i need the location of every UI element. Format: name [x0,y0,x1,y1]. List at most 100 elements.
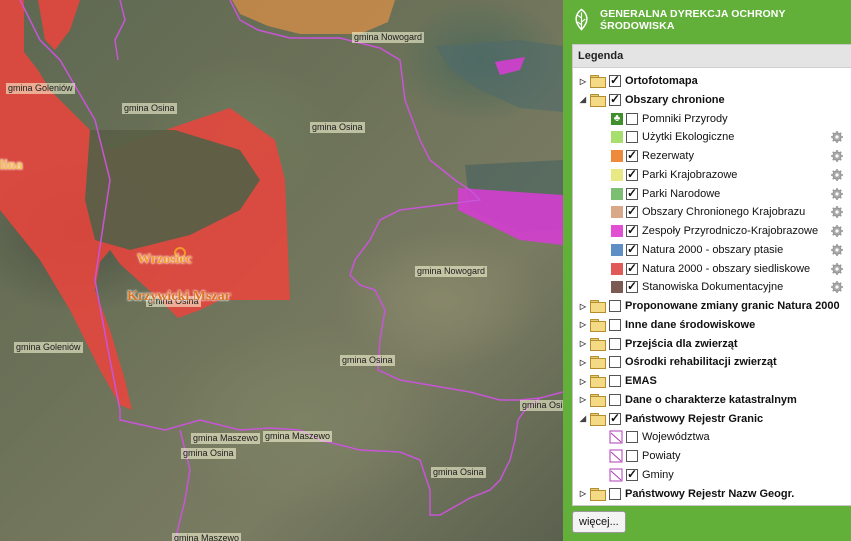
layer-label: Powiaty [642,450,681,462]
layer-row[interactable]: ▷ Przejścia dla zwierząt [578,335,738,353]
layer-checkbox[interactable] [626,167,638,181]
layer-checkbox[interactable] [626,279,638,294]
layer-checkbox[interactable] [609,356,621,369]
layer-checkbox[interactable] [609,337,621,350]
map-view[interactable]: gmina Nowogard gmina Goleniów gmina Osin… [0,0,563,541]
layer-checkbox[interactable] [626,242,638,256]
expand-arrow-icon[interactable]: ▷ [578,395,588,404]
gear-icon[interactable] [831,187,843,200]
map-label-gmina: gmina Osina [340,355,395,366]
layer-checkbox[interactable] [626,223,638,237]
tree-icon: ♣ [611,112,623,125]
layer-row[interactable]: Natura 2000 - obszary siedliskowe [609,260,810,278]
collapse-arrow-icon[interactable]: ◢ [578,95,588,104]
expand-arrow-icon[interactable]: ▷ [578,77,588,86]
expand-arrow-icon[interactable]: ▷ [578,358,588,367]
layer-row[interactable]: Obszary Chronionego Krajobrazu [609,203,805,221]
gear-icon[interactable] [831,150,843,162]
layer-row[interactable]: ▷ Ortofotomapa [578,72,698,90]
gear-icon[interactable] [831,206,843,219]
layer-checkbox[interactable] [609,300,621,312]
expand-arrow-icon[interactable]: ▷ [578,489,588,498]
gear-icon[interactable] [831,281,843,294]
layer-checkbox[interactable] [609,92,621,106]
map-label-gmina: gmina Osina [431,467,486,478]
layer-row[interactable]: ▷ Dane o charakterze katastralnym [578,391,797,409]
layer-checkbox[interactable] [626,431,638,444]
sidebar: GENERALNA DYREKCJA OCHRONY ŚRODOWISKA Le… [563,0,851,541]
layer-row[interactable]: Rezerwaty [609,147,694,165]
layer-checkbox[interactable] [626,131,638,144]
lake-area [436,40,563,112]
layer-row[interactable]: ▷ Proponowane zmiany granic Natura 2000 [578,297,840,315]
layer-label: Ortofotomapa [625,75,698,87]
layer-checkbox[interactable] [609,375,621,387]
layer-checkbox[interactable] [609,318,621,331]
more-button[interactable]: więcej... [572,511,626,533]
layer-checkbox[interactable] [626,186,638,200]
folder-icon [590,375,606,388]
color-swatch [611,262,623,275]
folder-icon [590,412,606,426]
color-swatch [611,243,623,256]
layer-row[interactable]: Powiaty [609,447,681,465]
layer-checkbox[interactable] [609,487,621,500]
gear-icon[interactable] [831,225,843,237]
expand-arrow-icon[interactable]: ▷ [578,320,588,329]
collapse-arrow-icon[interactable]: ◢ [578,414,588,423]
folder-icon [590,356,606,370]
boundary-icon [609,468,623,482]
map-label-gmina: gmina Nowogard [415,266,488,277]
layer-label: Proponowane zmiany granic Natura 2000 [625,300,840,312]
natura-siedliskowe-area [38,0,80,50]
layer-checkbox[interactable] [626,204,638,219]
layer-checkbox[interactable] [626,148,638,162]
layer-row[interactable]: ◢ Państwowy Rejestr Granic [578,410,763,428]
map-label-gmina: gmina Osina [122,103,177,114]
color-swatch [611,187,623,200]
layer-row[interactable]: ▷ Inne dane środowiskowe [578,316,755,334]
gear-icon[interactable] [831,131,843,144]
color-swatch [611,225,623,237]
expand-arrow-icon[interactable]: ▷ [578,302,588,311]
layer-row[interactable]: Zespoły Przyrodniczo-Krajobrazowe [609,222,818,240]
layer-row[interactable]: Parki Krajobrazowe [609,166,737,184]
layer-row[interactable]: ♣ Pomniki Przyrody [609,110,728,128]
gear-icon[interactable] [831,168,843,181]
map-label-gmina: gmina Goleniów [14,342,83,353]
layer-row[interactable]: ▷ EMAS [578,372,657,390]
leaf-logo-icon [575,8,588,31]
layer-row[interactable]: Stanowiska Dokumentacyjne [609,278,783,296]
layer-row[interactable]: Natura 2000 - obszary ptasie [609,241,783,259]
layer-row[interactable]: Użytki Ekologiczne [609,128,734,146]
layer-row[interactable]: Gminy [609,466,674,484]
layer-checkbox[interactable] [626,467,638,481]
layer-label: Gminy [642,468,674,481]
map-label-gmina: gmina Goleniów [6,83,75,94]
map-place-name: Wrzosiec [137,252,192,267]
map-label-gmina: gmina Maszewo [191,433,261,444]
layer-label: Województwa [642,431,710,444]
gmina-border [114,0,126,61]
color-swatch [611,131,623,144]
layer-row[interactable]: ◢ Obszary chronione [578,91,725,109]
gear-icon[interactable] [831,262,843,275]
layer-row[interactable]: Województwa [609,428,710,446]
gear-icon[interactable] [831,243,843,256]
layer-row[interactable]: ▷ Ośrodki rehabilitacji zwierząt [578,353,777,371]
folder-icon [590,487,606,501]
layer-checkbox[interactable] [609,393,621,406]
expand-arrow-icon[interactable]: ▷ [578,377,588,386]
layer-checkbox[interactable] [626,261,638,275]
map-label-gmina: gmina Nowogard [352,32,425,43]
layer-row[interactable]: Parki Narodowe [609,185,720,203]
layer-row[interactable]: ▷ Państwowy Rejestr Nazw Geogr. [578,485,794,503]
layer-checkbox[interactable] [626,450,638,462]
expand-arrow-icon[interactable]: ▷ [578,339,588,348]
layer-label: Obszary Chronionego Krajobrazu [642,206,806,219]
layer-checkbox[interactable] [609,73,621,87]
layer-checkbox[interactable] [626,112,638,125]
folder-icon [590,337,606,351]
layer-checkbox[interactable] [609,411,621,425]
layer-label: Użytki Ekologiczne [642,131,735,144]
